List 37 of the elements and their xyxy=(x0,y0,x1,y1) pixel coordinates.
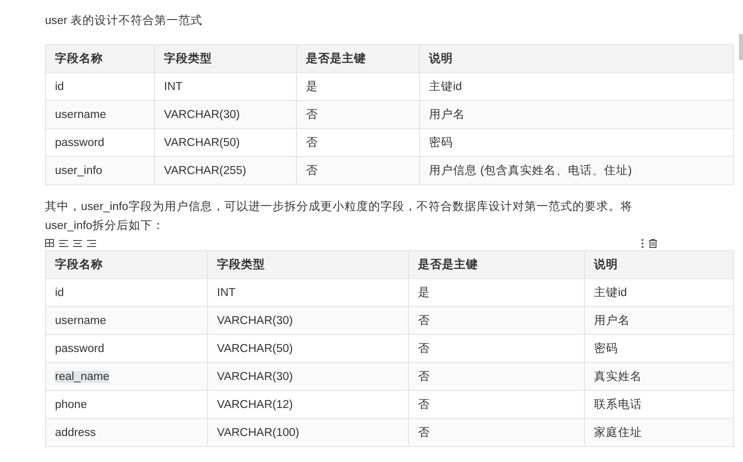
align-right-icon[interactable] xyxy=(87,240,96,246)
table-cell: 家庭住址 xyxy=(584,418,734,446)
header-cell: 字段类型 xyxy=(208,250,408,278)
header-cell: 说明 xyxy=(584,250,734,278)
header-cell: 字段名称 xyxy=(46,44,154,72)
table-cell: VARCHAR(255) xyxy=(154,156,296,184)
header-cell: 字段名称 xyxy=(46,250,208,278)
table-cell: VARCHAR(30) xyxy=(208,306,408,334)
align-left-icon[interactable] xyxy=(59,240,68,246)
header-cell: 是否是主键 xyxy=(408,250,584,278)
table-cell: 真实姓名 xyxy=(584,362,734,390)
more-icon[interactable] xyxy=(641,238,644,248)
table-cell: 否 xyxy=(408,362,584,390)
table-cell: 否 xyxy=(296,100,420,128)
table-cell: VARCHAR(30) xyxy=(154,100,296,128)
table-grid-icon[interactable] xyxy=(45,239,54,247)
header-cell: 是否是主键 xyxy=(296,44,420,72)
table-cell: 用户名 xyxy=(584,306,734,334)
table-cell: VARCHAR(100) xyxy=(208,418,408,446)
align-center-icon[interactable] xyxy=(73,240,82,246)
table-cell: user_info xyxy=(46,156,154,184)
table-cell: 否 xyxy=(408,306,584,334)
scrollbar-thumb[interactable] xyxy=(739,34,743,60)
table-cell: 否 xyxy=(296,156,420,184)
table-cell: 用户名 xyxy=(420,100,734,128)
intro-text: user 表的设计不符合第一范式 xyxy=(45,14,204,29)
table-cell: username xyxy=(46,306,208,334)
table-cell: real_name xyxy=(46,362,208,390)
table-cell: address xyxy=(46,418,208,446)
paragraph-text: 其中，user_info字段为用户信息，可以进一步拆分成更小粒度的字段，不符合数据库设计对第一范式的要求。将user_info拆分后如下： xyxy=(45,199,634,234)
table-cell: 否 xyxy=(408,418,584,446)
trash-icon[interactable] xyxy=(649,238,657,248)
header-cell: 说明 xyxy=(420,44,734,72)
header-cell: 字段类型 xyxy=(154,44,296,72)
table-cell: VARCHAR(30) xyxy=(208,362,408,390)
table-cell: 用户信息 (包含真实姓名、电话、住址) xyxy=(420,156,734,184)
table-cell: username xyxy=(46,100,154,128)
